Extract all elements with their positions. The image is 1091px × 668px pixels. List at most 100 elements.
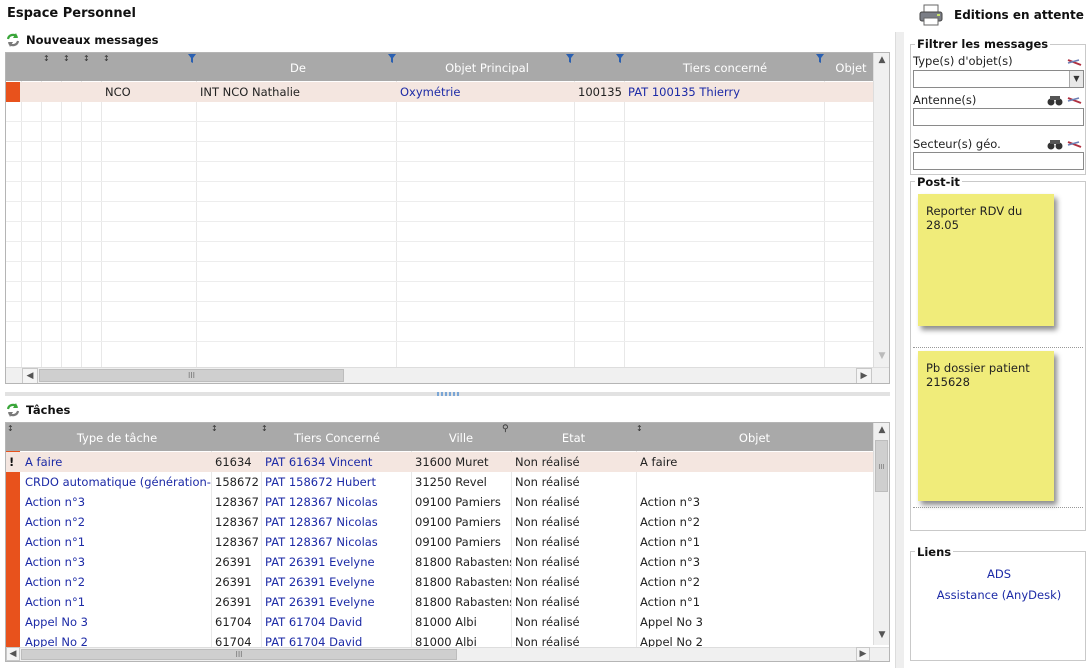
task-etat: Non réalisé	[515, 455, 580, 469]
postit-panel: Post-it Reporter RDV du 28.05 Pb dossier…	[910, 175, 1086, 531]
task-tiers-link[interactable]: PAT 26391 Evelyne	[261, 552, 411, 572]
task-ville: 81000 Albi	[415, 615, 477, 629]
task-etat: Non réalisé	[515, 595, 580, 609]
task-tiers-link[interactable]: PAT 158672 Hubert	[261, 472, 411, 492]
task-type-link[interactable]: Action n°3	[21, 492, 211, 512]
scroll-thumb[interactable]: III	[21, 649, 457, 660]
message-row[interactable]: NCO INT NCO Nathalie Oxymétrie 100135 PA…	[6, 82, 873, 102]
clear-filter-icon[interactable]	[1067, 96, 1083, 105]
editions-button[interactable]: Editions en attente	[918, 4, 1084, 26]
task-row[interactable]: ! A faire 61634 PAT 61634 Vincent 31600 …	[6, 452, 873, 472]
scroll-up-icon[interactable]: ▲	[874, 423, 889, 439]
binoculars-icon[interactable]	[1047, 94, 1063, 106]
postit-note[interactable]: Reporter RDV du 28.05	[918, 194, 1054, 326]
messages-vertical-scrollbar[interactable]: ▲ ▼	[873, 53, 889, 367]
link-assistance-anydesk[interactable]: Assistance (AnyDesk)	[911, 588, 1087, 602]
column-header-ville[interactable]: Ville	[411, 423, 511, 451]
column-header-etat[interactable]: Etat	[511, 423, 636, 451]
task-row[interactable]: Action n°3 26391 PAT 26391 Evelyne 81800…	[6, 552, 873, 572]
scroll-right-icon[interactable]: ▶	[856, 368, 872, 383]
binoculars-icon[interactable]	[1047, 138, 1063, 150]
task-tiers-link[interactable]: PAT 26391 Evelyne	[261, 592, 411, 612]
message-from: INT NCO Nathalie	[200, 85, 300, 99]
secteur-input[interactable]	[913, 152, 1084, 170]
column-header-tiers-concerne[interactable]: Tiers Concerné	[262, 423, 412, 451]
antenne-input[interactable]	[913, 108, 1084, 126]
column-header-objet[interactable]: Objet	[636, 423, 873, 451]
tasks-grid: ↕ Type de tâche ↕ ↕ Tiers Concerné ⚲ Vil…	[5, 422, 890, 662]
tasks-horizontal-scrollbar[interactable]: ◀ III ▶	[6, 647, 889, 661]
column-header-objet[interactable]: Objet	[826, 53, 876, 81]
messages-horizontal-scrollbar[interactable]: ◀ III ▶	[6, 367, 889, 383]
message-tiers-link[interactable]: PAT 100135 Thierry	[624, 82, 824, 102]
task-etat: Non réalisé	[515, 535, 580, 549]
clear-filter-icon[interactable]	[1067, 58, 1083, 67]
tasks-vertical-scrollbar[interactable]: ▲ III ▼	[873, 423, 889, 645]
scroll-left-icon[interactable]: ◀	[22, 368, 38, 383]
clear-filter-icon[interactable]	[1067, 140, 1083, 149]
column-header-objet-principal[interactable]: Objet Principal	[398, 53, 576, 81]
sort-icon[interactable]: ↕	[211, 424, 218, 433]
message-objet-principal-link[interactable]: Oxymétrie	[396, 82, 574, 102]
refresh-icon[interactable]	[5, 402, 21, 418]
refresh-icon[interactable]	[5, 32, 21, 48]
printer-icon	[919, 4, 943, 26]
column-header-de[interactable]: De	[198, 53, 398, 81]
task-row[interactable]: Appel No 3 61704 PAT 61704 David 81000 A…	[6, 612, 873, 632]
task-type-link[interactable]: Action n°1	[21, 592, 211, 612]
sort-icon[interactable]: ↕	[103, 54, 110, 63]
task-type-link[interactable]: Action n°1	[21, 532, 211, 552]
task-row[interactable]: Action n°1 128367 PAT 128367 Nicolas 091…	[6, 532, 873, 552]
scroll-thumb[interactable]: III	[39, 369, 344, 382]
task-type-link[interactable]: CRDO automatique (génération-	[21, 472, 211, 492]
scroll-right-icon[interactable]: ▶	[856, 647, 870, 661]
task-row[interactable]: Action n°1 26391 PAT 26391 Evelyne 81800…	[6, 592, 873, 612]
scroll-up-icon[interactable]: ▲	[874, 53, 889, 69]
chevron-down-icon[interactable]: ▼	[1069, 71, 1083, 87]
sort-icon[interactable]: ↕	[43, 54, 50, 63]
sort-icon[interactable]: ↕	[83, 54, 90, 63]
filter-icon[interactable]	[566, 54, 577, 64]
task-tiers-link[interactable]: PAT 61704 David	[261, 632, 411, 647]
task-row[interactable]: Appel No 2 61704 PAT 61704 David 81000 A…	[6, 632, 873, 647]
task-tiers-id: 61704	[215, 615, 252, 629]
task-row[interactable]: Action n°2 26391 PAT 26391 Evelyne 81800…	[6, 572, 873, 592]
task-tiers-link[interactable]: PAT 128367 Nicolas	[261, 492, 411, 512]
task-tiers-link[interactable]: PAT 128367 Nicolas	[261, 512, 411, 532]
sort-icon[interactable]: ↕	[7, 424, 14, 433]
task-tiers-id: 26391	[215, 555, 252, 569]
task-row[interactable]: Action n°3 128367 PAT 128367 Nicolas 091…	[6, 492, 873, 512]
task-ville: 09100 Pamiers	[415, 515, 501, 529]
task-type-link[interactable]: Action n°3	[21, 552, 211, 572]
scroll-down-icon[interactable]: ▼	[874, 628, 889, 644]
task-tiers-link[interactable]: PAT 26391 Evelyne	[261, 572, 411, 592]
task-type-link[interactable]: Appel No 3	[21, 612, 211, 632]
task-type-link[interactable]: Appel No 2	[21, 632, 211, 647]
postit-note[interactable]: Pb dossier patient 215628	[918, 351, 1054, 501]
column-header-type-tache[interactable]: Type de tâche	[22, 423, 212, 451]
column-header-tiers[interactable]: Tiers concerné	[626, 53, 824, 81]
link-ads[interactable]: ADS	[911, 567, 1087, 581]
task-type-link[interactable]: Action n°2	[21, 572, 211, 592]
page-title: Espace Personnel	[7, 6, 136, 21]
task-ville: 81800 Rabastens	[415, 555, 511, 569]
type-objet-select[interactable]: ▼	[913, 70, 1084, 88]
task-type-link[interactable]: Action n°2	[21, 512, 211, 532]
scroll-left-icon[interactable]: ◀	[6, 647, 20, 661]
sidebar-splitter[interactable]	[895, 32, 904, 668]
task-type-link[interactable]: A faire	[21, 452, 211, 472]
sort-icon[interactable]: ↕	[63, 54, 70, 63]
task-tiers-id: 61704	[215, 635, 252, 647]
task-etat: Non réalisé	[515, 495, 580, 509]
splitter[interactable]	[5, 392, 890, 396]
postit-panel-title: Post-it	[915, 175, 962, 189]
task-row[interactable]: Action n°2 128367 PAT 128367 Nicolas 091…	[6, 512, 873, 532]
task-tiers-link[interactable]: PAT 61634 Vincent	[261, 452, 411, 472]
scroll-thumb[interactable]: III	[875, 440, 888, 492]
task-objet: Action n°2	[640, 575, 701, 589]
task-tiers-link[interactable]: PAT 128367 Nicolas	[261, 532, 411, 552]
filter-panel-title: Filtrer les messages	[915, 37, 1051, 51]
scroll-down-icon[interactable]: ▼	[874, 349, 889, 365]
task-row[interactable]: CRDO automatique (génération- 158672 PAT…	[6, 472, 873, 492]
task-tiers-link[interactable]: PAT 61704 David	[261, 612, 411, 632]
